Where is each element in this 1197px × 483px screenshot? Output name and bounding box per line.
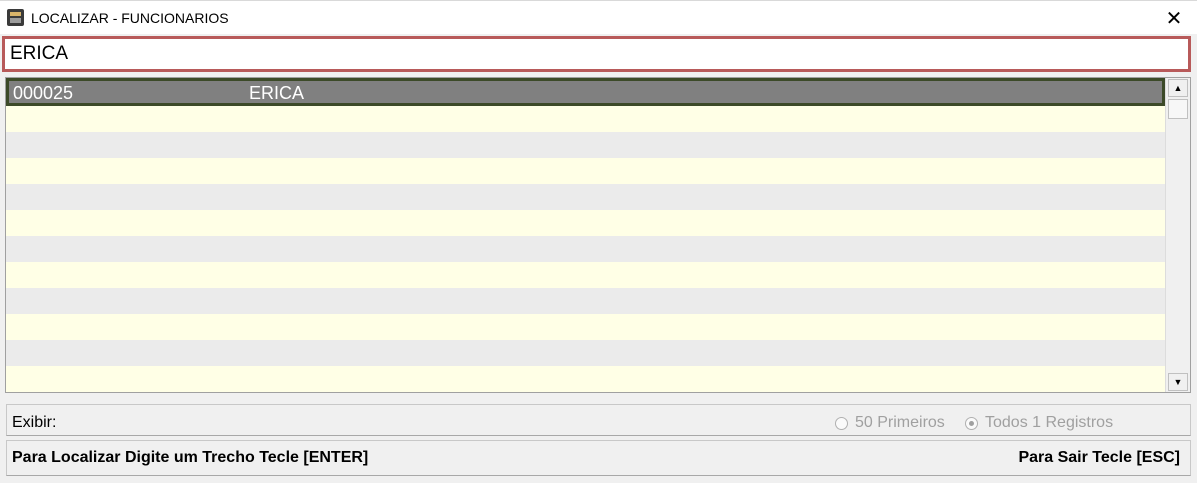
results-grid: 000025 ERICA ▲ ▼ (5, 77, 1191, 393)
filter-panel: Exibir: 50 Primeiros Todos 1 Registros (6, 404, 1191, 436)
status-hint-esc: Para Sair Tecle [ESC] (1018, 449, 1180, 466)
empty-row[interactable] (6, 262, 1165, 288)
scroll-up-icon[interactable]: ▲ (1168, 79, 1188, 97)
empty-row[interactable] (6, 210, 1165, 236)
empty-row[interactable] (6, 132, 1165, 158)
scroll-thumb[interactable] (1168, 99, 1188, 119)
radio-checked-icon[interactable] (965, 416, 978, 430)
filter-label: Exibir: (12, 414, 57, 431)
results-rows: 000025 ERICA (6, 78, 1165, 392)
empty-row[interactable] (6, 106, 1165, 132)
vertical-scrollbar[interactable]: ▲ ▼ (1165, 78, 1190, 392)
title-bar: LOCALIZAR - FUNCIONARIOS ✕ (0, 0, 1197, 34)
status-hint-enter: Para Localizar Digite um Trecho Tecle [E… (12, 449, 369, 466)
window-title: LOCALIZAR - FUNCIONARIOS (31, 10, 229, 26)
empty-row[interactable] (6, 314, 1165, 340)
radio-all-records[interactable]: Todos 1 Registros (965, 414, 1113, 432)
scroll-down-icon[interactable]: ▼ (1168, 373, 1188, 391)
app-icon (7, 9, 24, 26)
radio-icon[interactable] (835, 416, 848, 430)
empty-row[interactable] (6, 158, 1165, 184)
search-input[interactable] (5, 39, 1188, 69)
cell-name: ERICA (249, 83, 305, 103)
radio-first-50-label: 50 Primeiros (855, 414, 945, 431)
empty-row[interactable] (6, 340, 1165, 366)
empty-row[interactable] (6, 288, 1165, 314)
close-button[interactable]: ✕ (1151, 1, 1197, 35)
status-bar: Para Localizar Digite um Trecho Tecle [E… (6, 440, 1191, 476)
radio-all-records-label: Todos 1 Registros (985, 414, 1114, 431)
cell-code: 000025 (13, 83, 74, 103)
empty-row[interactable] (6, 236, 1165, 262)
empty-row[interactable] (6, 366, 1165, 392)
search-box (2, 36, 1191, 72)
empty-row[interactable] (6, 184, 1165, 210)
radio-first-50[interactable]: 50 Primeiros (835, 414, 945, 432)
table-row[interactable]: 000025 ERICA (6, 78, 1165, 106)
